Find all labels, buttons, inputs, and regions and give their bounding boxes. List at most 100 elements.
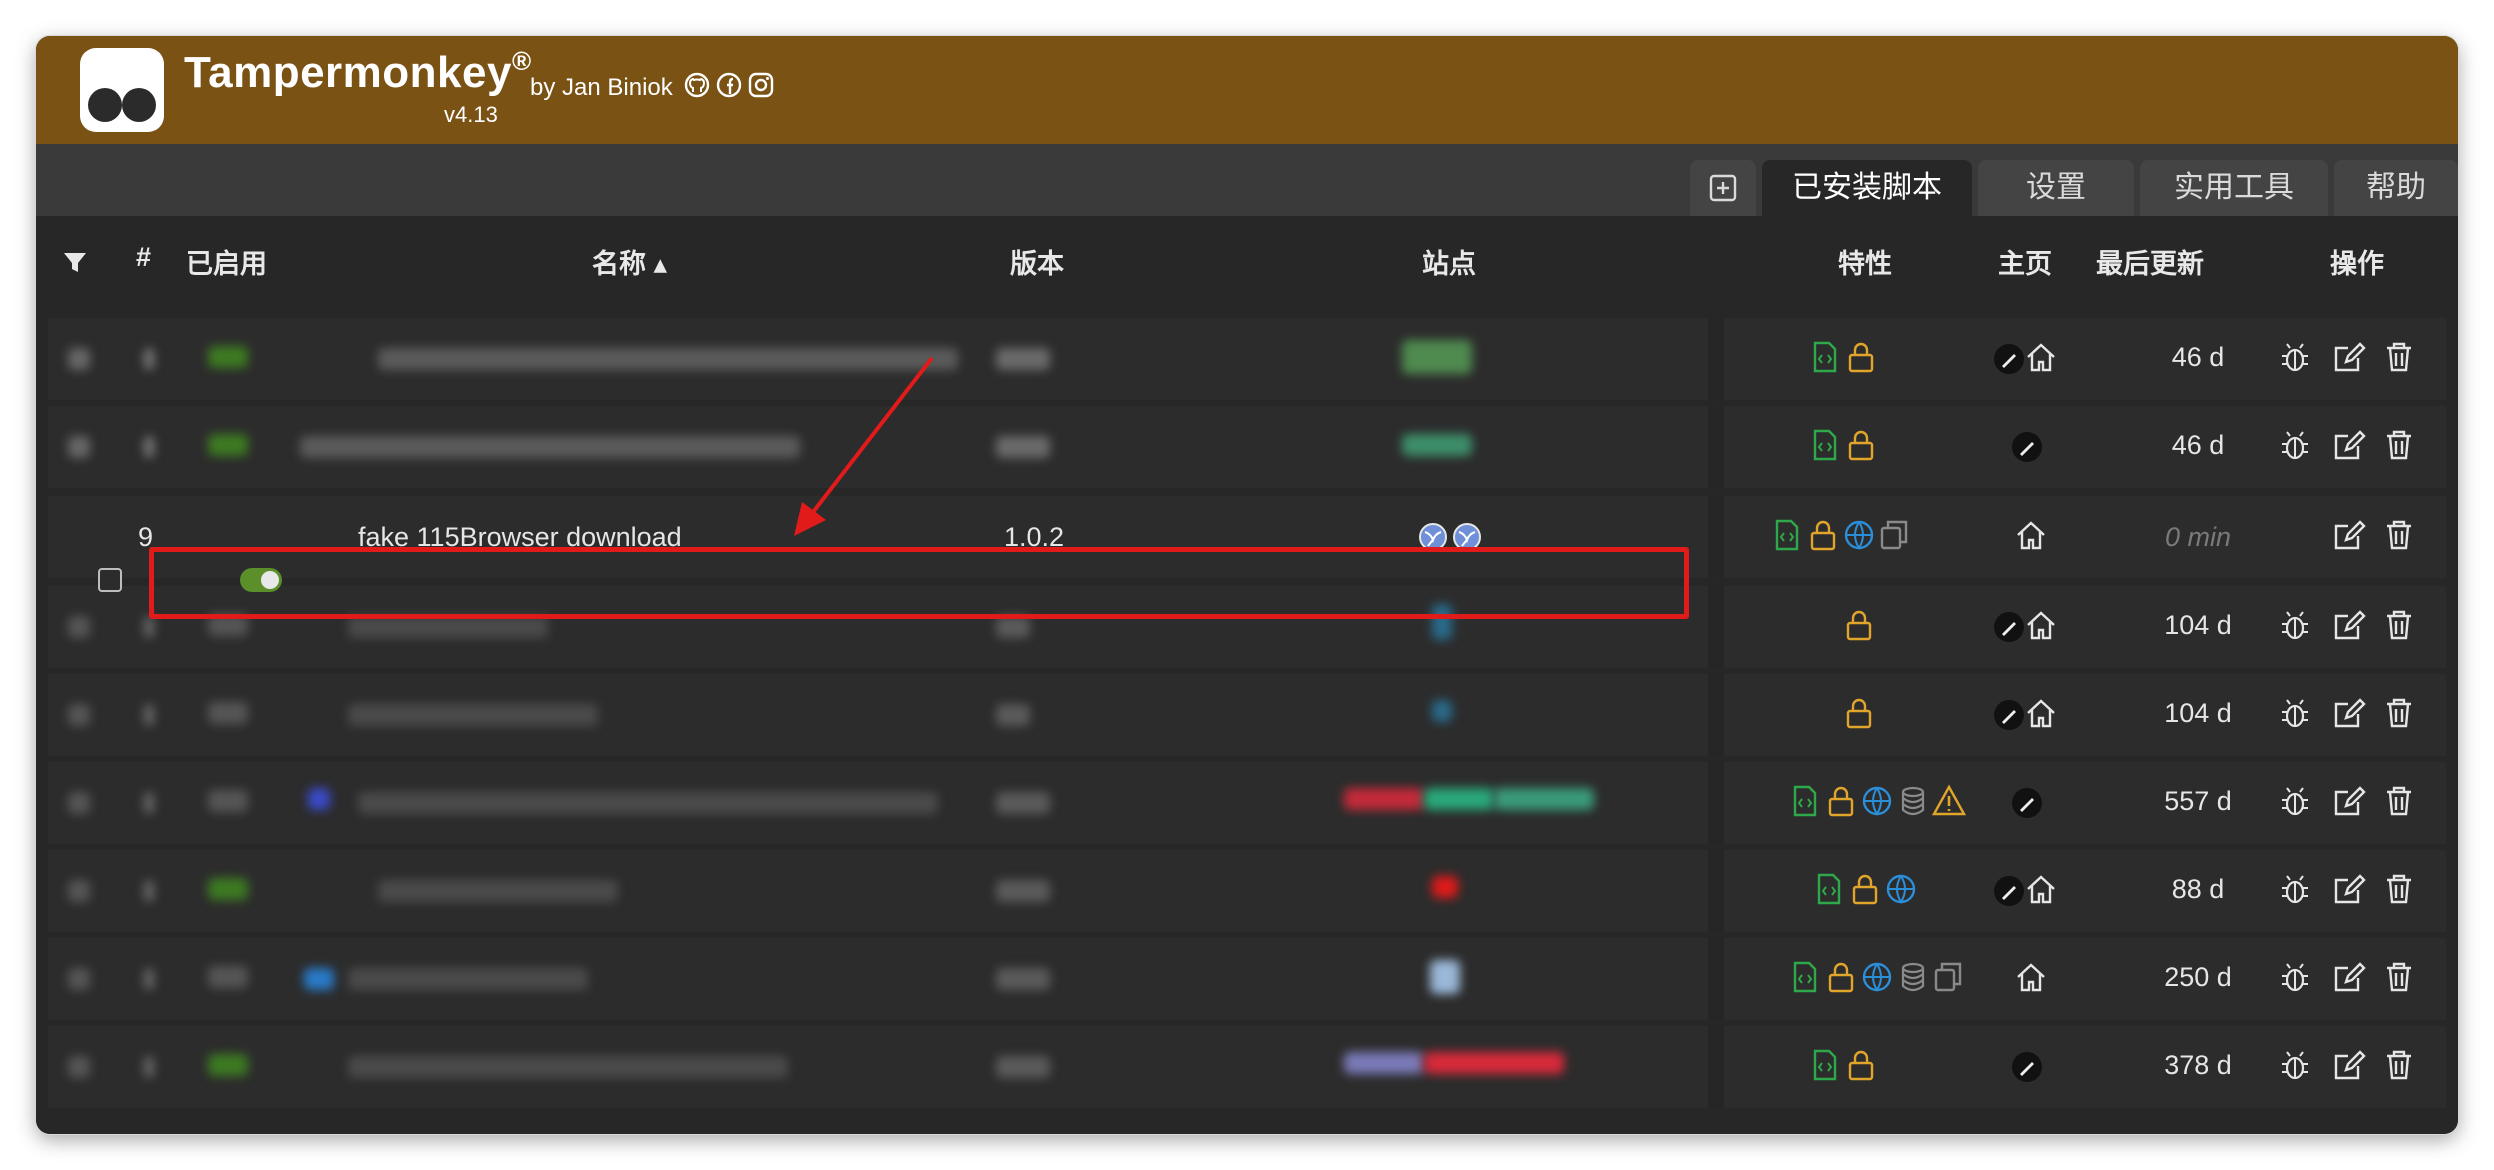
github-icon[interactable] [684, 72, 710, 98]
edit-icon[interactable] [2332, 340, 2366, 374]
wrench-icon[interactable] [2010, 786, 2044, 820]
author-byline: by Jan Biniok [530, 74, 673, 101]
edit-icon[interactable] [2332, 608, 2366, 642]
last-updated: 557 d [2164, 786, 2232, 816]
col-number[interactable]: # [136, 242, 151, 273]
wrench-icon[interactable] [2010, 1050, 2044, 1084]
home-icon[interactable] [2024, 696, 2058, 730]
home-icon[interactable] [2024, 340, 2058, 374]
warning-icon [1932, 784, 1966, 816]
lock-icon [1828, 962, 1854, 993]
script-icon [1793, 785, 1817, 817]
table-row[interactable]: 557 d [48, 762, 2446, 844]
edit-icon[interactable] [2332, 518, 2366, 552]
last-updated: 46 d [2171, 342, 2225, 372]
trash-icon[interactable] [2382, 872, 2416, 906]
edit-icon[interactable] [2332, 696, 2366, 730]
trash-icon[interactable] [2382, 696, 2416, 730]
table-header: # 已启用 名称 ▴ 版本 站点 特性 主页 最后更新 操作 [36, 216, 2458, 304]
script-icon [1793, 961, 1817, 993]
table-row[interactable]: 46 d [48, 406, 2446, 488]
copy-icon [1880, 520, 1908, 550]
col-homepage[interactable]: 主页 [1998, 242, 2052, 281]
last-updated: 0 min [2164, 522, 2232, 552]
trash-icon[interactable] [2382, 428, 2416, 462]
last-updated: 88 d [2171, 874, 2225, 904]
home-icon[interactable] [2014, 518, 2048, 552]
bug-icon[interactable] [2278, 608, 2312, 642]
scripts-table: # 已启用 名称 ▴ 版本 站点 特性 主页 最后更新 操作 46 d 46 d… [36, 216, 2458, 1134]
edit-icon[interactable] [2332, 1048, 2366, 1082]
lock-icon [1846, 610, 1872, 641]
tab-bar: 已安装脚本 设置 实用工具 帮助 [36, 144, 2458, 216]
lock-icon [1810, 520, 1836, 551]
home-icon[interactable] [2014, 960, 2048, 994]
tab-new-script[interactable] [1690, 160, 1756, 216]
home-icon[interactable] [2024, 608, 2058, 642]
edit-icon[interactable] [2332, 428, 2366, 462]
table-row[interactable]: 378 d [48, 1026, 2446, 1108]
annotation-highlight-box [149, 547, 1689, 619]
bug-icon[interactable] [2278, 872, 2312, 906]
lock-icon [1848, 1050, 1874, 1081]
globe-icon [1862, 786, 1892, 816]
tampermonkey-logo [80, 48, 164, 132]
trash-icon[interactable] [2382, 608, 2416, 642]
wrench-icon[interactable] [1992, 874, 2026, 908]
last-updated: 250 d [2164, 962, 2232, 992]
script-icon [1817, 873, 1841, 905]
database-icon [1901, 786, 1925, 816]
instagram-icon[interactable] [748, 72, 774, 98]
bug-icon[interactable] [2278, 960, 2312, 994]
lock-icon [1846, 698, 1872, 729]
script-icon [1775, 519, 1799, 551]
wrench-icon[interactable] [1992, 698, 2026, 732]
tab-settings[interactable]: 设置 [1978, 160, 2134, 216]
col-features[interactable]: 特性 [1838, 242, 1892, 281]
trash-icon[interactable] [2382, 1048, 2416, 1082]
bug-icon[interactable] [2278, 784, 2312, 818]
tab-utilities[interactable]: 实用工具 [2140, 160, 2328, 216]
tab-installed-scripts[interactable]: 已安装脚本 [1762, 160, 1972, 216]
col-name[interactable]: 名称 ▴ [592, 242, 667, 281]
col-last-updated[interactable]: 最后更新 [2096, 242, 2204, 281]
lock-icon [1848, 342, 1874, 373]
bug-icon[interactable] [2278, 696, 2312, 730]
table-row[interactable]: 46 d [48, 318, 2446, 400]
filter-icon[interactable] [62, 250, 88, 276]
table-row[interactable]: 88 d [48, 850, 2446, 932]
lock-icon [1828, 786, 1854, 817]
globe-icon [1862, 962, 1892, 992]
wrench-icon[interactable] [2010, 430, 2044, 464]
col-actions[interactable]: 操作 [2330, 242, 2384, 281]
facebook-icon[interactable] [716, 72, 742, 98]
edit-icon[interactable] [2332, 872, 2366, 906]
trash-icon[interactable] [2382, 340, 2416, 374]
globe-icon [1844, 520, 1874, 550]
wrench-icon[interactable] [1992, 610, 2026, 644]
trash-icon[interactable] [2382, 518, 2416, 552]
col-enabled[interactable]: 已启用 [186, 242, 267, 281]
bug-icon[interactable] [2278, 1048, 2312, 1082]
tampermonkey-dashboard-window: Tampermonkey® by Jan Biniok v4.13 已安装脚本 … [36, 36, 2458, 1134]
home-icon[interactable] [2024, 872, 2058, 906]
lock-icon [1848, 430, 1874, 461]
col-version[interactable]: 版本 [1010, 242, 1064, 281]
table-row[interactable]: 250 d [48, 938, 2446, 1020]
last-updated: 104 d [2164, 698, 2232, 728]
script-icon [1813, 1049, 1837, 1081]
trash-icon[interactable] [2382, 784, 2416, 818]
app-title: Tampermonkey® [184, 46, 532, 97]
trash-icon[interactable] [2382, 960, 2416, 994]
bug-icon[interactable] [2278, 340, 2312, 374]
edit-icon[interactable] [2332, 960, 2366, 994]
bug-icon[interactable] [2278, 428, 2312, 462]
tab-help[interactable]: 帮助 [2334, 160, 2458, 216]
row-select-checkbox[interactable] [98, 568, 122, 592]
script-icon [1813, 429, 1837, 461]
wrench-icon[interactable] [1992, 342, 2026, 376]
table-row[interactable]: 104 d [48, 674, 2446, 756]
edit-icon[interactable] [2332, 784, 2366, 818]
last-updated: 378 d [2164, 1050, 2232, 1080]
col-sites[interactable]: 站点 [1422, 242, 1476, 281]
